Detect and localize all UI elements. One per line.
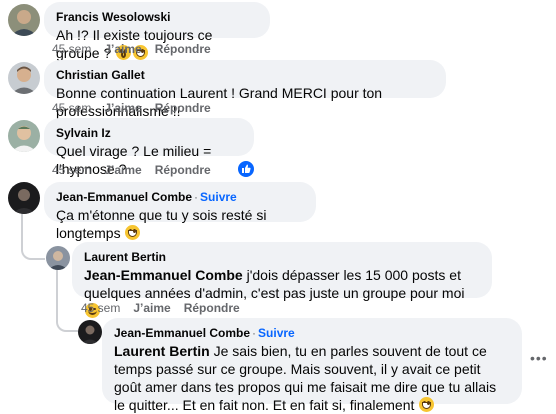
comment-age[interactable]: 45 sem: [52, 163, 91, 177]
avatar-image: [8, 4, 40, 36]
avatar-image: [78, 320, 102, 344]
comment-bubble: Sylvain Iz Quel virage ? Le milieu = l'h…: [44, 118, 254, 177]
comment-actions: 45 sem J’aime Répondre: [52, 163, 224, 177]
avatar[interactable]: [8, 62, 40, 94]
more-options-icon[interactable]: •••: [530, 351, 550, 365]
avatar[interactable]: [8, 120, 40, 152]
comment-age[interactable]: 45 sem: [52, 42, 91, 56]
comment-thread: Francis Wesolowski Ah !? Il existe toujo…: [0, 0, 556, 413]
reply-link[interactable]: Répondre: [155, 101, 211, 115]
comment-actions: 45 sem J’aime Répondre: [52, 101, 224, 115]
comment-author[interactable]: Jean-Emmanuel Combe: [56, 190, 192, 204]
avatar[interactable]: [8, 182, 40, 214]
reply-link[interactable]: Répondre: [155, 42, 211, 56]
separator-dot: ·: [194, 190, 199, 204]
comment-text: Ça m'étonne que tu y sois resté si longt…: [56, 206, 304, 242]
like-reaction-badge[interactable]: [237, 160, 255, 178]
thread-connector: [56, 320, 78, 332]
comment-author[interactable]: Jean-Emmanuel Combe: [114, 326, 250, 340]
comment-author[interactable]: Christian Gallet: [56, 67, 434, 83]
avatar-image: [8, 62, 40, 94]
follow-button[interactable]: Suivre: [258, 326, 295, 340]
thread-line: [56, 270, 58, 320]
avatar-image: [8, 120, 40, 152]
mention-link[interactable]: Jean-Emmanuel Combe: [84, 267, 243, 283]
comment-text: Laurent Bertin Je sais bien, tu en parle…: [114, 342, 510, 414]
comment-bubble: Francis Wesolowski Ah !? Il existe toujo…: [44, 2, 270, 61]
comment-author[interactable]: Laurent Bertin: [84, 249, 480, 265]
mention-link[interactable]: Laurent Bertin: [114, 343, 210, 359]
reply-link[interactable]: Répondre: [184, 301, 240, 315]
comment-age[interactable]: 45 sem: [52, 101, 91, 115]
grinning-face-emoji: [419, 397, 435, 412]
like-link[interactable]: J’aime: [104, 101, 141, 115]
avatar-image: [8, 182, 40, 214]
reply-link[interactable]: Répondre: [155, 163, 211, 177]
avatar[interactable]: [8, 4, 40, 36]
comment-author[interactable]: Francis Wesolowski: [56, 9, 258, 25]
comment-bubble: Laurent Bertin Jean-Emmanuel Combe j'doi…: [72, 242, 492, 318]
avatar-image: [46, 246, 70, 270]
comment-header: Jean-Emmanuel Combe · Suivre: [56, 189, 304, 205]
comment-bubble: Jean-Emmanuel Combe · Suivre Laurent Berti…: [102, 318, 522, 413]
grinning-face-emoji: [125, 225, 141, 240]
comment-actions: 45 sem J’aime Répondre: [81, 301, 253, 315]
thread-line: [21, 214, 23, 244]
comment-text-body: Ça m'étonne que tu y sois resté si longt…: [56, 207, 267, 241]
avatar[interactable]: [46, 246, 70, 270]
comment-actions: 45 sem J’aime Répondre: [52, 42, 224, 56]
comment-author[interactable]: Sylvain Iz: [56, 125, 242, 141]
thread-connector: [21, 244, 45, 260]
comment-header: Jean-Emmanuel Combe · Suivre: [114, 325, 510, 341]
comment-age[interactable]: 45 sem: [81, 301, 120, 315]
like-thumb-icon: [242, 164, 251, 173]
separator-dot: ·: [252, 326, 257, 340]
like-link[interactable]: J’aime: [133, 301, 170, 315]
avatar[interactable]: [78, 320, 102, 344]
comment-bubble: Christian Gallet Bonne continuation Laur…: [44, 60, 446, 119]
like-link[interactable]: J’aime: [104, 163, 141, 177]
like-link[interactable]: J’aime: [104, 42, 141, 56]
follow-button[interactable]: Suivre: [200, 190, 237, 204]
comment-bubble: Jean-Emmanuel Combe · Suivre Ça m'étonne q…: [44, 182, 316, 241]
